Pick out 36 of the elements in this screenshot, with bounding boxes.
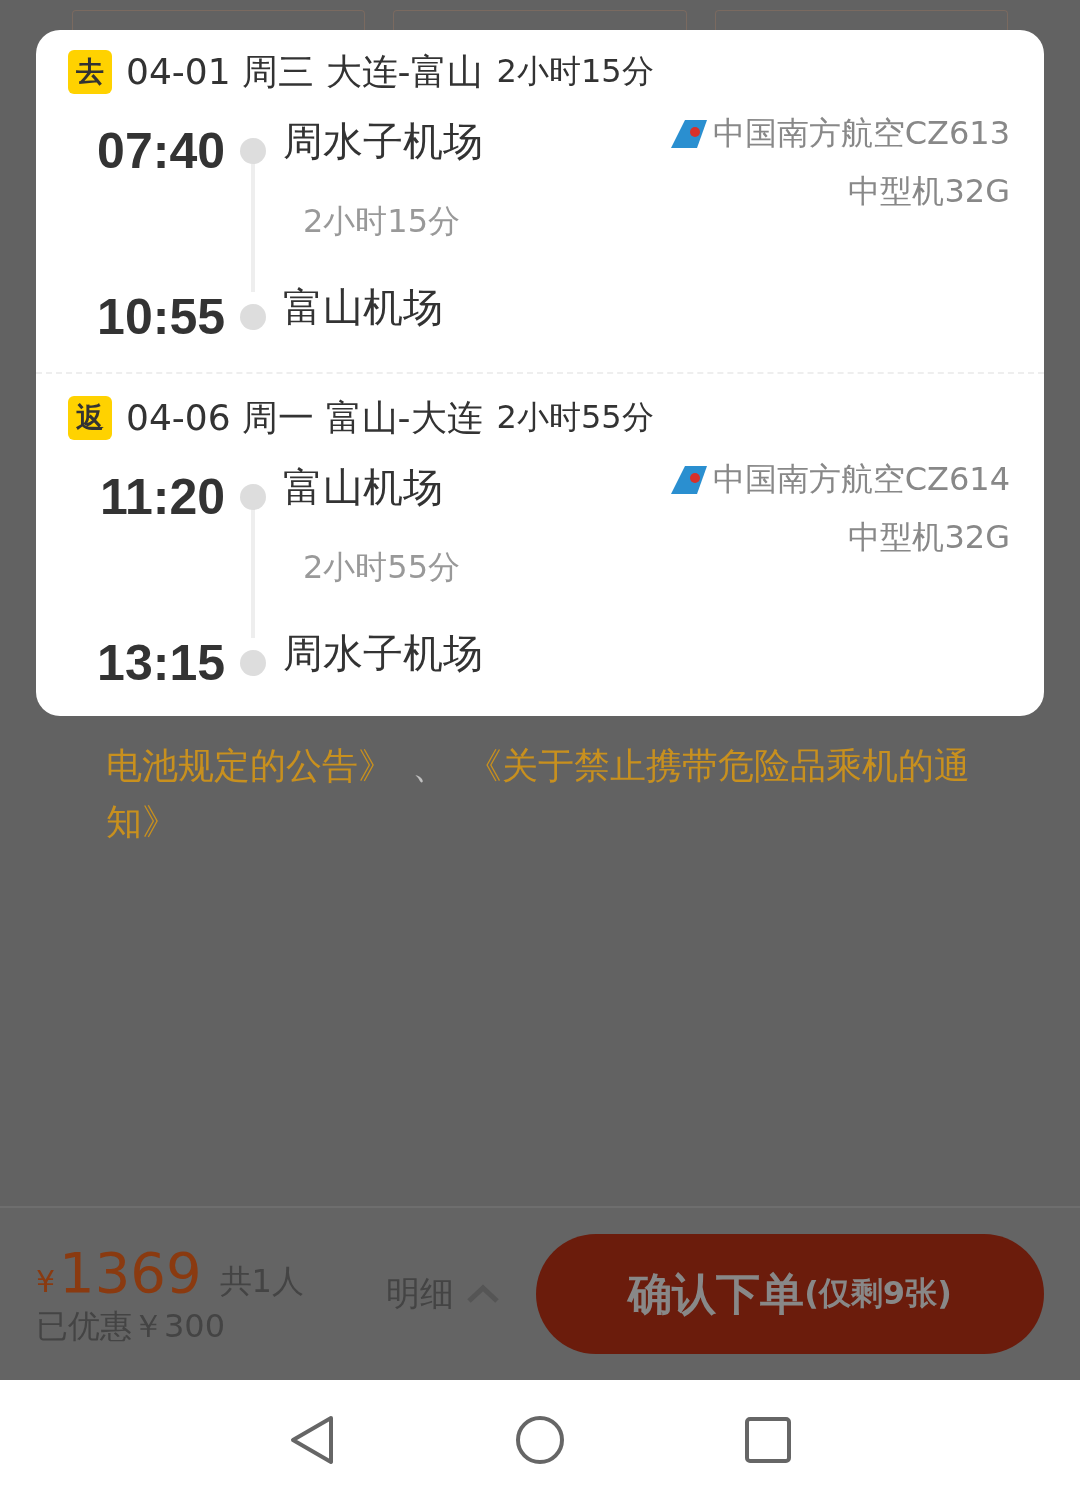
trip-duration: 2小时15分 — [496, 51, 654, 92]
aircraft-type: 中型机32G — [848, 171, 1010, 212]
timeline-dot — [240, 650, 266, 676]
confirm-order-button[interactable]: 确认下单(仅剩9张) — [536, 1234, 1044, 1354]
separator-text: 、 — [411, 744, 449, 788]
trip-tag: 去 — [68, 50, 112, 94]
notice-link[interactable]: 《关于禁止携带危险品乘机的通 — [466, 738, 970, 794]
flight-duration: 2小时15分 — [302, 201, 461, 242]
back-icon[interactable] — [289, 1414, 335, 1465]
airline-flight: 中国南方航空CZ614 — [712, 459, 1010, 500]
timeline-dot — [240, 138, 266, 164]
trip-summary: 04-01 周三 大连-富山 — [126, 49, 483, 94]
aircraft-type: 中型机32G — [848, 517, 1010, 558]
arrival-time: 10:55 — [97, 288, 226, 346]
airline-flight: 中国南方航空CZ613 — [712, 113, 1010, 154]
trip-tag: 返 — [68, 396, 112, 440]
departure-airport: 富山机场 — [282, 462, 443, 512]
notice-link[interactable]: 知》 — [106, 794, 178, 850]
airline-tail-icon — [670, 466, 707, 494]
timeline-dot — [240, 304, 266, 330]
arrival-time: 13:15 — [97, 634, 226, 692]
airline-tail-icon — [670, 120, 707, 148]
recents-icon[interactable] — [745, 1416, 791, 1463]
trip-duration: 2小时55分 — [496, 397, 654, 438]
flight-duration: 2小时55分 — [302, 547, 461, 588]
notice-link[interactable]: 电池规定的公告》 — [106, 738, 394, 794]
total-price: 1369 — [59, 1239, 202, 1305]
home-icon[interactable] — [515, 1414, 565, 1465]
trip-summary: 04-06 周一 富山-大连 — [126, 395, 483, 440]
departure-time: 11:20 — [99, 468, 226, 526]
arrival-airport: 周水子机场 — [282, 628, 483, 678]
departure-time: 07:40 — [97, 122, 226, 180]
arrival-airport: 富山机场 — [282, 282, 443, 332]
currency-symbol: ¥ — [36, 1263, 56, 1299]
timeline-dot — [240, 484, 266, 510]
departure-airport: 周水子机场 — [282, 116, 483, 166]
